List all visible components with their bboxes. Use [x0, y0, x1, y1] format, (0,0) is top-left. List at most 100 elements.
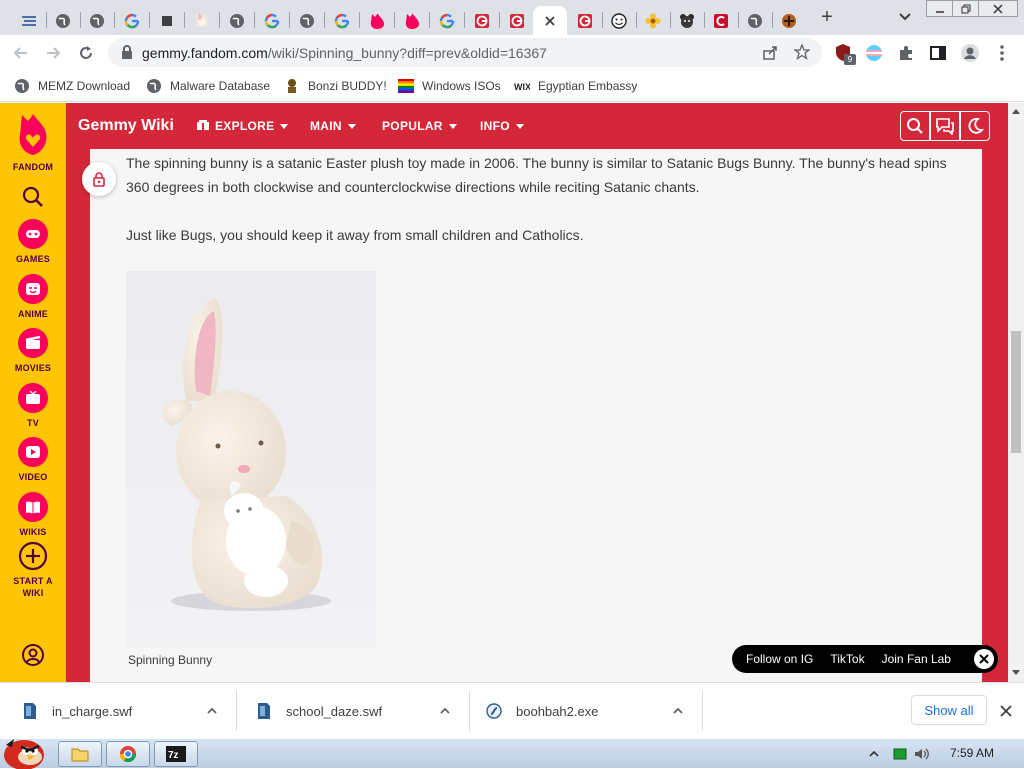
bookmark-label: Malware Database [170, 79, 271, 93]
tab[interactable] [325, 6, 359, 35]
nav-main[interactable]: MAIN [310, 119, 356, 133]
reload-button[interactable] [75, 42, 97, 64]
tab[interactable] [602, 6, 636, 35]
scroll-down-arrow-icon[interactable] [1012, 670, 1020, 675]
tab[interactable] [704, 6, 738, 35]
bookmark-egyptian-embassy[interactable]: WIX Egyptian Embassy [514, 77, 637, 95]
extension-flag-button[interactable] [863, 42, 885, 64]
back-button[interactable] [10, 42, 32, 64]
chevron-up-icon[interactable] [672, 705, 684, 717]
start-button-angry-bird-icon[interactable] [0, 733, 50, 769]
tab[interactable] [290, 6, 324, 35]
tiktok-link[interactable]: TikTok [830, 652, 864, 666]
article-image[interactable] [126, 271, 376, 647]
tab[interactable] [115, 6, 149, 35]
tab-search-button[interactable] [896, 8, 914, 26]
bookmark-windows-isos[interactable]: Windows ISOs [398, 77, 501, 95]
wiki-title[interactable]: Gemmy Wiki [78, 117, 174, 135]
taskbar-clock[interactable]: 7:59 AM [950, 746, 994, 760]
close-icon [993, 3, 1003, 14]
rail-item-tv[interactable]: TV [0, 383, 66, 429]
share-icon[interactable] [762, 45, 778, 61]
rail-item-start-a-wiki[interactable]: START A WIKI [0, 541, 66, 599]
join-fan-lab-link[interactable]: Join Fan Lab [882, 652, 951, 666]
scrollbar-thumb[interactable] [1011, 331, 1021, 453]
tab[interactable] [465, 6, 499, 35]
tf2-icon [781, 13, 797, 29]
chevron-up-icon[interactable] [206, 705, 218, 717]
tab[interactable] [46, 6, 80, 35]
nav-explore[interactable]: EXPLORE [196, 119, 289, 133]
tray-volume-icon[interactable] [914, 746, 930, 762]
show-all-downloads-button[interactable]: Show all [911, 695, 987, 725]
minimize-button[interactable] [926, 0, 954, 17]
rail-item-anime[interactable]: ANIME [0, 274, 66, 320]
tab-active[interactable] [533, 6, 567, 35]
tab[interactable] [220, 6, 254, 35]
rail-item-label: WIKIS [19, 527, 47, 537]
page-scrollbar[interactable] [1008, 103, 1024, 682]
theme-toggle-button[interactable] [960, 111, 990, 141]
tab[interactable] [12, 6, 46, 35]
cta-close-button[interactable] [974, 649, 994, 669]
side-panel-button[interactable] [927, 42, 949, 64]
taskbar-chrome-button[interactable] [106, 741, 150, 767]
rail-item-video[interactable]: VIDEO [0, 437, 66, 483]
tab[interactable] [395, 6, 429, 35]
discussions-button[interactable] [930, 111, 960, 141]
close-icon[interactable] [998, 703, 1014, 719]
tab[interactable] [430, 6, 464, 35]
address-bar[interactable]: gemmy.fandom.com/wiki/Spinning_bunny?dif… [108, 38, 822, 67]
tab[interactable] [772, 6, 806, 35]
tab[interactable] [255, 6, 289, 35]
tab[interactable] [360, 6, 394, 35]
download-item[interactable]: in_charge.swf [22, 683, 132, 739]
globe-icon [55, 13, 71, 29]
forward-button[interactable] [42, 42, 64, 64]
red-g-icon [474, 13, 490, 29]
tab[interactable] [80, 6, 114, 35]
bookmark-malware-database[interactable]: Malware Database [146, 77, 270, 95]
rail-item-wikis[interactable]: WIKIS [0, 492, 66, 538]
rail-search-button[interactable] [0, 185, 66, 209]
tab-strip: + [0, 0, 1024, 35]
rail-item-games[interactable]: GAMES [0, 219, 66, 265]
rail-account-button[interactable] [0, 643, 66, 667]
tab[interactable] [568, 6, 602, 35]
new-tab-button[interactable]: + [816, 6, 838, 28]
profile-button[interactable] [959, 42, 981, 64]
tab[interactable] [500, 6, 534, 35]
tab[interactable] [185, 6, 219, 35]
tab[interactable] [670, 6, 704, 35]
restore-button[interactable] [952, 0, 980, 17]
bookmark-star-icon[interactable] [794, 44, 810, 60]
tab[interactable] [636, 6, 670, 35]
tray-network-icon[interactable] [892, 746, 908, 762]
download-item[interactable]: school_daze.swf [256, 683, 382, 739]
tray-expand-icon[interactable] [868, 748, 884, 764]
os-taskbar: 7z 7:59 AM [0, 738, 1024, 769]
follow-ig-link[interactable]: Follow on IG [746, 652, 813, 666]
browser-menu-button[interactable] [991, 42, 1013, 64]
fandom-logo-link[interactable]: FANDOM [0, 113, 66, 173]
bookmark-memz[interactable]: MEMZ Download [14, 77, 130, 95]
chevron-up-icon[interactable] [439, 705, 451, 717]
tab[interactable] [738, 6, 772, 35]
scroll-up-arrow-icon[interactable] [1012, 109, 1020, 114]
bookmark-bonzi-buddy[interactable]: Bonzi BUDDY! [284, 77, 387, 95]
taskbar-explorer-button[interactable] [58, 741, 102, 767]
download-item[interactable]: boohbah2.exe [486, 683, 598, 739]
taskbar-7zip-button[interactable]: 7z [154, 741, 198, 767]
url-path: /wiki/Spinning_bunny?diff=prev&oldid=163… [267, 45, 547, 61]
nav-info[interactable]: INFO [480, 119, 524, 133]
wiki-search-button[interactable] [900, 111, 930, 141]
close-icon[interactable] [542, 13, 558, 29]
close-window-button[interactable] [978, 0, 1018, 17]
nav-popular[interactable]: POPULAR [382, 119, 457, 133]
page-protection-button[interactable] [82, 162, 116, 196]
tab[interactable] [150, 6, 184, 35]
discussions-icon [936, 118, 954, 135]
rail-item-movies[interactable]: MOVIES [0, 328, 66, 374]
extension-shield-button[interactable]: 9 [832, 42, 856, 65]
extensions-button[interactable] [895, 42, 917, 64]
